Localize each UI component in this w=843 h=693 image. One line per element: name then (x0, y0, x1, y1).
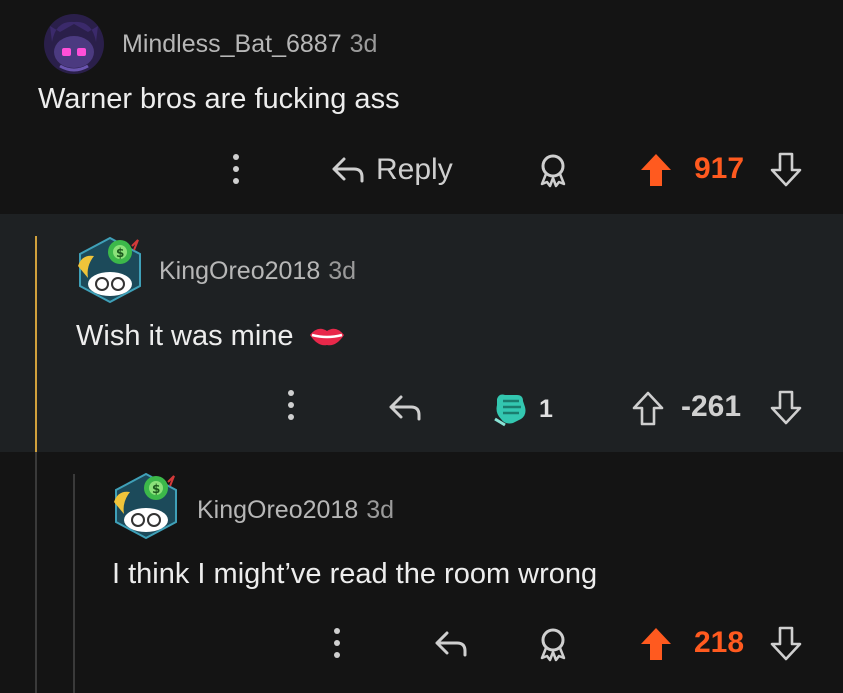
downvote-button[interactable] (766, 388, 806, 428)
comment-body: Warner bros are fucking ass (38, 83, 400, 115)
award-icon (540, 628, 566, 662)
upvote-arrow-icon (632, 391, 664, 426)
comment-age: 3d (328, 257, 357, 285)
more-options-icon[interactable] (231, 154, 241, 190)
comment-meta: KingOreo2018 3d (159, 257, 356, 286)
comment-age: 3d (366, 496, 395, 524)
comment-text: Wish it was mine (76, 320, 294, 352)
awards-badge[interactable] (490, 388, 532, 428)
vote-score: 917 (694, 152, 745, 185)
downvote-arrow-icon (770, 390, 802, 425)
downvote-button[interactable] (766, 624, 806, 664)
thread-line[interactable] (73, 474, 75, 693)
thread-line[interactable] (35, 236, 37, 452)
svg-text:$: $ (152, 482, 160, 496)
award-count: 1 (539, 395, 553, 423)
comment-meta: KingOreo2018 3d (197, 496, 394, 525)
thread-line[interactable] (35, 452, 37, 693)
reply-arrow-icon (435, 631, 467, 657)
reply-button[interactable] (428, 626, 474, 662)
award-button[interactable] (533, 150, 573, 190)
comment-body: Wish it was mine (76, 320, 346, 353)
more-options-icon[interactable] (286, 390, 296, 426)
comment-age: 3d (349, 30, 378, 58)
downvote-arrow-icon (770, 626, 802, 661)
comment-meta: Mindless_Bat_6887 3d (122, 30, 377, 59)
comment-body: I think I might’ve read the room wrong (112, 558, 598, 590)
vote-score: 218 (694, 626, 745, 659)
username[interactable]: Mindless_Bat_6887 (122, 30, 342, 58)
comment-3: $ KingOreo2018 3d I think I might’ve read… (0, 452, 843, 693)
downvote-button[interactable] (766, 150, 806, 190)
upvote-button[interactable] (636, 150, 676, 190)
upvote-arrow-icon (641, 154, 671, 186)
avatar[interactable]: $ (72, 232, 148, 306)
username[interactable]: KingOreo2018 (197, 496, 358, 524)
username[interactable]: KingOreo2018 (159, 257, 320, 285)
downvote-arrow-icon (770, 152, 802, 187)
reply-arrow-icon (389, 395, 421, 421)
vote-score: -261 (681, 390, 742, 423)
lips-emoji-icon (309, 328, 344, 346)
comment-2: $ KingOreo2018 3d Wish it was mine 1 -26… (0, 214, 843, 452)
reply-arrow-icon (332, 157, 364, 183)
avatar[interactable] (38, 12, 110, 76)
comment-1: Mindless_Bat_6887 3d Warner bros are fuck… (0, 0, 843, 214)
reply-button[interactable] (382, 390, 428, 426)
svg-text:$: $ (116, 246, 124, 260)
upvote-button[interactable] (636, 624, 676, 664)
avatar[interactable]: $ (108, 468, 184, 542)
fist-bump-award-icon (494, 394, 526, 427)
reply-button[interactable]: Reply (330, 148, 453, 192)
award-button[interactable] (533, 624, 573, 664)
upvote-arrow-icon (641, 628, 671, 660)
award-icon (540, 154, 566, 188)
upvote-button[interactable] (628, 388, 668, 428)
reply-label: Reply (376, 153, 453, 186)
more-options-icon[interactable] (332, 628, 342, 664)
